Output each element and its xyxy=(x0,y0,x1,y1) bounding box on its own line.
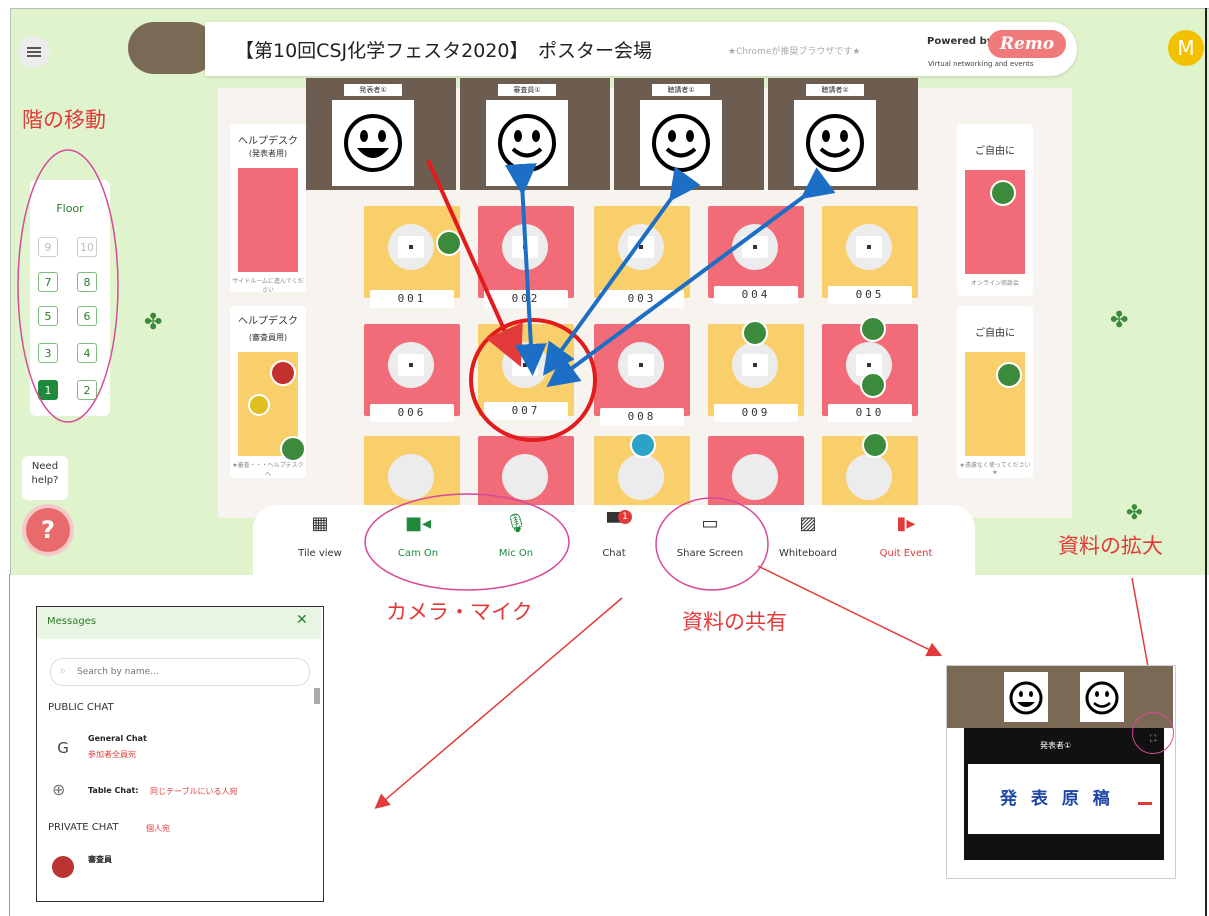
messages-title: Messages xyxy=(47,616,97,627)
scrollbar-thumb[interactable] xyxy=(314,688,320,704)
general-chat-avatar: G xyxy=(57,739,69,757)
smiley-face-icon xyxy=(1080,672,1124,722)
table-chat-icon: ⊕ xyxy=(52,780,66,799)
slide-marker xyxy=(1138,802,1152,805)
smiley-face-icon xyxy=(1004,672,1048,722)
table-chat-item[interactable]: Table Chat: xyxy=(88,786,139,795)
search-icon: ⌕ xyxy=(60,664,67,677)
search-input[interactable] xyxy=(75,666,299,678)
messages-panel xyxy=(36,606,324,902)
general-chat-note: 参加者全員宛 xyxy=(88,750,136,759)
expand-highlight-circle xyxy=(1132,712,1174,754)
presenter-plate: 発表者① xyxy=(1040,741,1072,750)
private-chat-heading: PRIVATE CHAT xyxy=(48,822,119,833)
search-field[interactable]: ⌕ xyxy=(50,658,310,686)
public-chat-heading: PUBLIC CHAT xyxy=(48,702,114,713)
private-contact-item[interactable]: 審査員 xyxy=(88,854,112,865)
general-chat-item[interactable]: General Chat xyxy=(88,734,147,743)
table-chat-note: 同じテーブルにいる人宛 xyxy=(150,787,238,796)
private-chat-note: 個人宛 xyxy=(146,824,170,833)
close-icon[interactable]: ✕ xyxy=(296,612,308,628)
manuscript-text: 発 表 原 稿 xyxy=(1000,789,1114,809)
avatar xyxy=(52,856,74,878)
